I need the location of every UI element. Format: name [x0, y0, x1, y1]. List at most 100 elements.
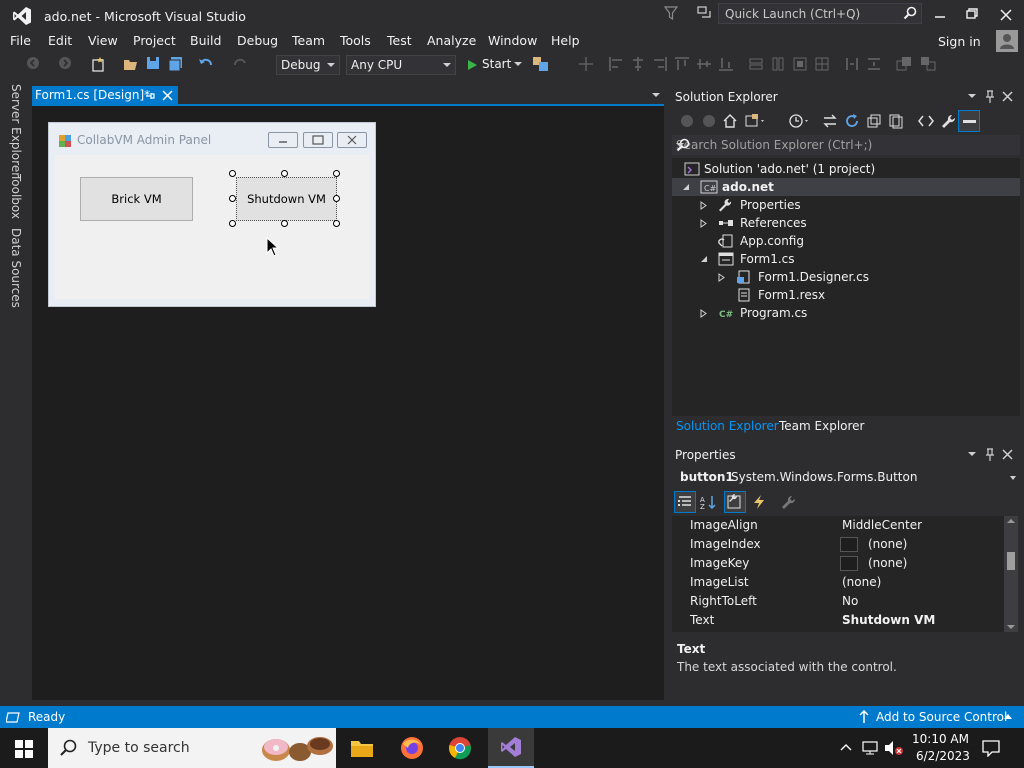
tab-form1-design[interactable]: Form1.cs [Design]* — [32, 86, 178, 106]
menu-edit[interactable]: Edit — [48, 33, 72, 48]
clock-date[interactable]: 6/2/2023 — [916, 749, 970, 763]
align-bottoms-icon[interactable] — [718, 56, 734, 72]
menu-test[interactable]: Test — [387, 33, 412, 48]
tree-item-references[interactable]: References — [672, 214, 1020, 232]
brick-vm-button[interactable]: Brick VM — [80, 177, 193, 221]
designer-form-window[interactable]: CollabVM Admin Panel Brick VM Shutdown V… — [48, 122, 376, 307]
menu-tools[interactable]: Tools — [340, 33, 371, 48]
pin-icon[interactable] — [144, 90, 156, 102]
make-same-height-icon[interactable] — [770, 56, 786, 72]
tab-solution-explorer[interactable]: Solution Explorer — [676, 419, 779, 433]
notifications-filter-icon[interactable] — [664, 5, 678, 21]
resize-handle[interactable] — [281, 220, 288, 227]
switch-views-icon[interactable] — [744, 113, 768, 129]
tree-item-form1-designer[interactable]: Form1.Designer.cs — [672, 268, 1020, 286]
tree-item-form1-resx[interactable]: Form1.resx — [672, 286, 1020, 304]
form-minimize-button[interactable] — [268, 132, 298, 148]
events-lightning-icon[interactable] — [752, 494, 766, 510]
align-rights-icon[interactable] — [652, 56, 668, 72]
chevron-up-icon[interactable] — [840, 742, 852, 752]
preview-selected-items-icon[interactable] — [958, 110, 980, 132]
sign-in-link[interactable]: Sign in — [938, 34, 981, 49]
property-row[interactable]: ImageList (none) — [672, 573, 1004, 592]
expanded-triangle-icon[interactable] — [700, 255, 708, 263]
chrome-icon[interactable] — [448, 736, 472, 760]
collapsed-triangle-icon[interactable] — [718, 273, 726, 282]
resize-handle[interactable] — [229, 220, 236, 227]
pin-icon[interactable] — [984, 90, 996, 104]
tree-item-solution[interactable]: Solution 'ado.net' (1 project) — [672, 160, 1020, 178]
menu-debug[interactable]: Debug — [237, 33, 278, 48]
tree-item-program[interactable]: C# Program.cs — [672, 304, 1020, 322]
menu-team[interactable]: Team — [292, 33, 325, 48]
collapsed-triangle-icon[interactable] — [700, 309, 708, 318]
close-icon[interactable] — [162, 90, 173, 101]
make-same-width-icon[interactable] — [748, 56, 764, 72]
show-all-files-icon[interactable] — [888, 113, 904, 129]
align-lefts-icon[interactable] — [608, 56, 624, 72]
properties-wrench-icon[interactable] — [940, 113, 956, 129]
categorized-icon[interactable] — [674, 491, 696, 513]
data-sources-tab[interactable]: Data Sources — [9, 228, 23, 308]
properties-scrollbar[interactable] — [1004, 516, 1018, 632]
alphabetical-icon[interactable]: AZ — [700, 494, 718, 510]
form-maximize-button[interactable] — [303, 132, 333, 148]
property-row[interactable]: ImageKey (none) — [672, 554, 1004, 573]
quick-launch-input[interactable]: Quick Launch (Ctrl+Q) — [718, 3, 922, 24]
resize-handle[interactable] — [333, 220, 340, 227]
taskbar-search-box[interactable]: Type to search — [48, 728, 336, 768]
align-to-grid-icon[interactable] — [578, 56, 594, 72]
property-object-selector[interactable]: button1 System.Windows.Forms.Button — [678, 469, 1020, 487]
feedback-icon[interactable] — [696, 5, 712, 21]
form-close-button[interactable] — [337, 132, 367, 148]
property-row-selected[interactable]: Text Shutdown VM — [672, 611, 1004, 630]
menu-window[interactable]: Window — [488, 33, 537, 48]
forward-icon[interactable] — [702, 114, 716, 128]
tree-item-properties[interactable]: Properties — [672, 196, 1020, 214]
solution-platform-select[interactable]: Any CPU — [346, 55, 456, 75]
firefox-icon[interactable] — [400, 736, 424, 760]
menu-file[interactable]: File — [10, 33, 31, 48]
scroll-up-icon[interactable] — [1007, 519, 1015, 523]
solution-search-input[interactable]: Search Solution Explorer (Ctrl+;) — [672, 135, 1020, 155]
redo-icon[interactable] — [232, 56, 248, 72]
save-all-icon[interactable] — [168, 56, 184, 72]
pin-icon[interactable] — [984, 448, 996, 462]
scroll-down-icon[interactable] — [1007, 625, 1015, 629]
solution-configuration-select[interactable]: Debug — [276, 55, 340, 75]
collapsed-triangle-icon[interactable] — [700, 219, 708, 228]
collapsed-triangle-icon[interactable] — [700, 201, 708, 210]
tree-item-project[interactable]: C# ado.net — [672, 178, 1020, 196]
properties-view-icon[interactable] — [724, 491, 746, 513]
resize-handle[interactable] — [333, 170, 340, 177]
close-icon[interactable] — [1002, 449, 1013, 460]
chevron-down-icon[interactable] — [968, 452, 976, 456]
restore-button[interactable] — [956, 2, 988, 26]
size-to-grid-icon[interactable] — [814, 56, 830, 72]
property-pages-icon[interactable] — [780, 494, 796, 510]
align-tops-icon[interactable] — [674, 56, 690, 72]
save-icon[interactable] — [146, 56, 160, 70]
menu-analyze[interactable]: Analyze — [427, 33, 476, 48]
pending-changes-filter-icon[interactable] — [788, 113, 812, 129]
tab-team-explorer[interactable]: Team Explorer — [779, 419, 865, 433]
refresh-icon[interactable] — [844, 113, 860, 129]
chevron-up-icon[interactable] — [1004, 714, 1012, 719]
start-debugging-button[interactable]: Start — [462, 55, 524, 75]
resize-handle[interactable] — [333, 195, 340, 202]
windows-start-icon[interactable] — [15, 740, 33, 758]
property-row[interactable]: RightToLeft No — [672, 592, 1004, 611]
resize-handle[interactable] — [229, 195, 236, 202]
form-client-area[interactable]: Brick VM Shutdown VM — [55, 155, 369, 299]
file-explorer-icon[interactable] — [350, 738, 374, 758]
make-same-size-icon[interactable] — [792, 56, 808, 72]
chevron-down-icon[interactable] — [968, 94, 976, 98]
collapse-all-icon[interactable] — [866, 113, 882, 129]
property-row[interactable]: ImageIndex (none) — [672, 535, 1004, 554]
scroll-thumb[interactable] — [1007, 552, 1015, 570]
align-middles-icon[interactable] — [696, 56, 712, 72]
chevron-down-icon[interactable] — [652, 93, 660, 97]
clock-time[interactable]: 10:10 AM — [912, 732, 969, 746]
resize-handle[interactable] — [229, 170, 236, 177]
tree-item-app-config[interactable]: App.config — [672, 232, 1020, 250]
